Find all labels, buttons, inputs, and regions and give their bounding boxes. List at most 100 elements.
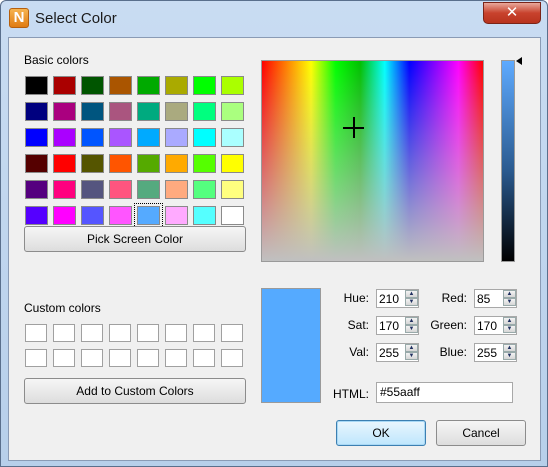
- custom-color-swatch[interactable]: [221, 349, 243, 367]
- custom-color-swatch[interactable]: [193, 324, 215, 342]
- basic-color-swatch[interactable]: [137, 180, 160, 199]
- basic-color-swatch[interactable]: [134, 203, 163, 228]
- val-down-arrow-icon[interactable]: ▼: [405, 352, 418, 360]
- basic-color-swatch[interactable]: [165, 128, 188, 147]
- custom-color-swatch[interactable]: [109, 349, 131, 367]
- basic-color-swatch[interactable]: [165, 154, 188, 173]
- basic-color-swatch[interactable]: [109, 102, 132, 121]
- red-spinbox[interactable]: 85 ▲ ▼: [474, 289, 517, 308]
- custom-color-swatch[interactable]: [137, 324, 159, 342]
- basic-color-swatch[interactable]: [53, 206, 76, 225]
- basic-color-swatch[interactable]: [81, 102, 104, 121]
- custom-color-swatch[interactable]: [81, 349, 103, 367]
- hue-spinbox[interactable]: 210 ▲ ▼: [376, 289, 419, 308]
- ok-button[interactable]: OK: [336, 420, 426, 446]
- sat-label: Sat:: [347, 318, 369, 332]
- basic-color-swatch[interactable]: [53, 102, 76, 121]
- basic-color-swatch[interactable]: [193, 102, 216, 121]
- basic-color-swatch[interactable]: [193, 76, 216, 95]
- basic-color-swatch[interactable]: [81, 206, 104, 225]
- custom-color-swatch[interactable]: [53, 324, 75, 342]
- basic-color-swatch[interactable]: [109, 154, 132, 173]
- basic-color-swatch[interactable]: [81, 154, 104, 173]
- html-label: HTML:: [333, 387, 369, 401]
- green-spinbox[interactable]: 170 ▲ ▼: [474, 316, 517, 335]
- custom-color-swatch[interactable]: [53, 349, 75, 367]
- basic-color-swatch[interactable]: [109, 76, 132, 95]
- custom-color-swatch[interactable]: [25, 349, 47, 367]
- color-spectrum-picker[interactable]: [261, 60, 484, 262]
- pick-screen-color-button[interactable]: Pick Screen Color: [24, 226, 246, 252]
- basic-color-swatch[interactable]: [109, 206, 132, 225]
- custom-color-swatch[interactable]: [165, 349, 187, 367]
- basic-color-swatch[interactable]: [193, 128, 216, 147]
- basic-color-swatch[interactable]: [25, 206, 48, 225]
- title-bar[interactable]: N Select Color ✕: [1, 1, 547, 37]
- basic-color-swatch[interactable]: [109, 180, 132, 199]
- basic-color-swatch[interactable]: [165, 206, 188, 225]
- close-button[interactable]: ✕: [483, 2, 541, 24]
- custom-color-swatch[interactable]: [193, 349, 215, 367]
- red-down-arrow-icon[interactable]: ▼: [503, 298, 516, 306]
- val-value: 255: [379, 346, 400, 360]
- basic-color-swatch[interactable]: [25, 102, 48, 121]
- basic-color-swatch[interactable]: [137, 128, 160, 147]
- basic-color-swatch[interactable]: [165, 180, 188, 199]
- basic-color-swatch[interactable]: [81, 180, 104, 199]
- basic-color-swatch[interactable]: [25, 180, 48, 199]
- custom-color-swatch[interactable]: [81, 324, 103, 342]
- basic-color-swatch[interactable]: [25, 76, 48, 95]
- green-down-arrow-icon[interactable]: ▼: [503, 325, 516, 333]
- sat-value: 170: [379, 319, 400, 333]
- custom-color-swatch[interactable]: [137, 349, 159, 367]
- hue-down-arrow-icon[interactable]: ▼: [405, 298, 418, 306]
- basic-color-swatch[interactable]: [109, 128, 132, 147]
- custom-color-swatch[interactable]: [109, 324, 131, 342]
- basic-color-swatch[interactable]: [193, 154, 216, 173]
- sat-spinbox[interactable]: 170 ▲ ▼: [376, 316, 419, 335]
- basic-color-swatch[interactable]: [137, 154, 160, 173]
- blue-value: 255: [477, 346, 498, 360]
- basic-color-swatch[interactable]: [193, 180, 216, 199]
- basic-color-swatch[interactable]: [193, 206, 216, 225]
- red-up-arrow-icon[interactable]: ▲: [503, 290, 516, 298]
- blue-up-arrow-icon[interactable]: ▲: [503, 344, 516, 352]
- luminance-slider[interactable]: [501, 60, 515, 262]
- basic-color-swatch[interactable]: [137, 102, 160, 121]
- add-to-custom-colors-button[interactable]: Add to Custom Colors: [24, 378, 246, 404]
- green-up-arrow-icon[interactable]: ▲: [503, 317, 516, 325]
- blue-spinbox[interactable]: 255 ▲ ▼: [474, 343, 517, 362]
- basic-color-swatch[interactable]: [221, 76, 244, 95]
- basic-color-swatch[interactable]: [53, 180, 76, 199]
- sat-up-arrow-icon[interactable]: ▲: [405, 317, 418, 325]
- basic-color-swatch[interactable]: [221, 180, 244, 199]
- custom-color-swatch[interactable]: [221, 324, 243, 342]
- basic-color-swatch[interactable]: [81, 128, 104, 147]
- custom-color-swatch[interactable]: [25, 324, 47, 342]
- basic-color-swatch[interactable]: [81, 76, 104, 95]
- html-hex-input[interactable]: #55aaff: [376, 382, 513, 403]
- basic-color-swatch[interactable]: [221, 128, 244, 147]
- basic-color-swatch[interactable]: [165, 102, 188, 121]
- basic-colors-label: Basic colors: [24, 53, 89, 67]
- basic-color-swatch[interactable]: [53, 76, 76, 95]
- cancel-button[interactable]: Cancel: [436, 420, 526, 446]
- val-spinbox[interactable]: 255 ▲ ▼: [376, 343, 419, 362]
- val-up-arrow-icon[interactable]: ▲: [405, 344, 418, 352]
- basic-color-swatch[interactable]: [53, 128, 76, 147]
- basic-color-swatch[interactable]: [25, 154, 48, 173]
- hue-up-arrow-icon[interactable]: ▲: [405, 290, 418, 298]
- basic-color-swatch[interactable]: [221, 206, 244, 225]
- basic-color-swatch[interactable]: [221, 154, 244, 173]
- blue-down-arrow-icon[interactable]: ▼: [503, 352, 516, 360]
- sat-down-arrow-icon[interactable]: ▼: [405, 325, 418, 333]
- basic-color-swatch[interactable]: [165, 76, 188, 95]
- basic-color-swatch[interactable]: [221, 102, 244, 121]
- basic-color-swatch[interactable]: [53, 154, 76, 173]
- green-label: Green:: [430, 318, 467, 332]
- basic-color-swatch[interactable]: [137, 76, 160, 95]
- luminance-arrow-icon[interactable]: [516, 57, 522, 65]
- red-label: Red:: [441, 291, 467, 305]
- basic-color-swatch[interactable]: [25, 128, 48, 147]
- custom-color-swatch[interactable]: [165, 324, 187, 342]
